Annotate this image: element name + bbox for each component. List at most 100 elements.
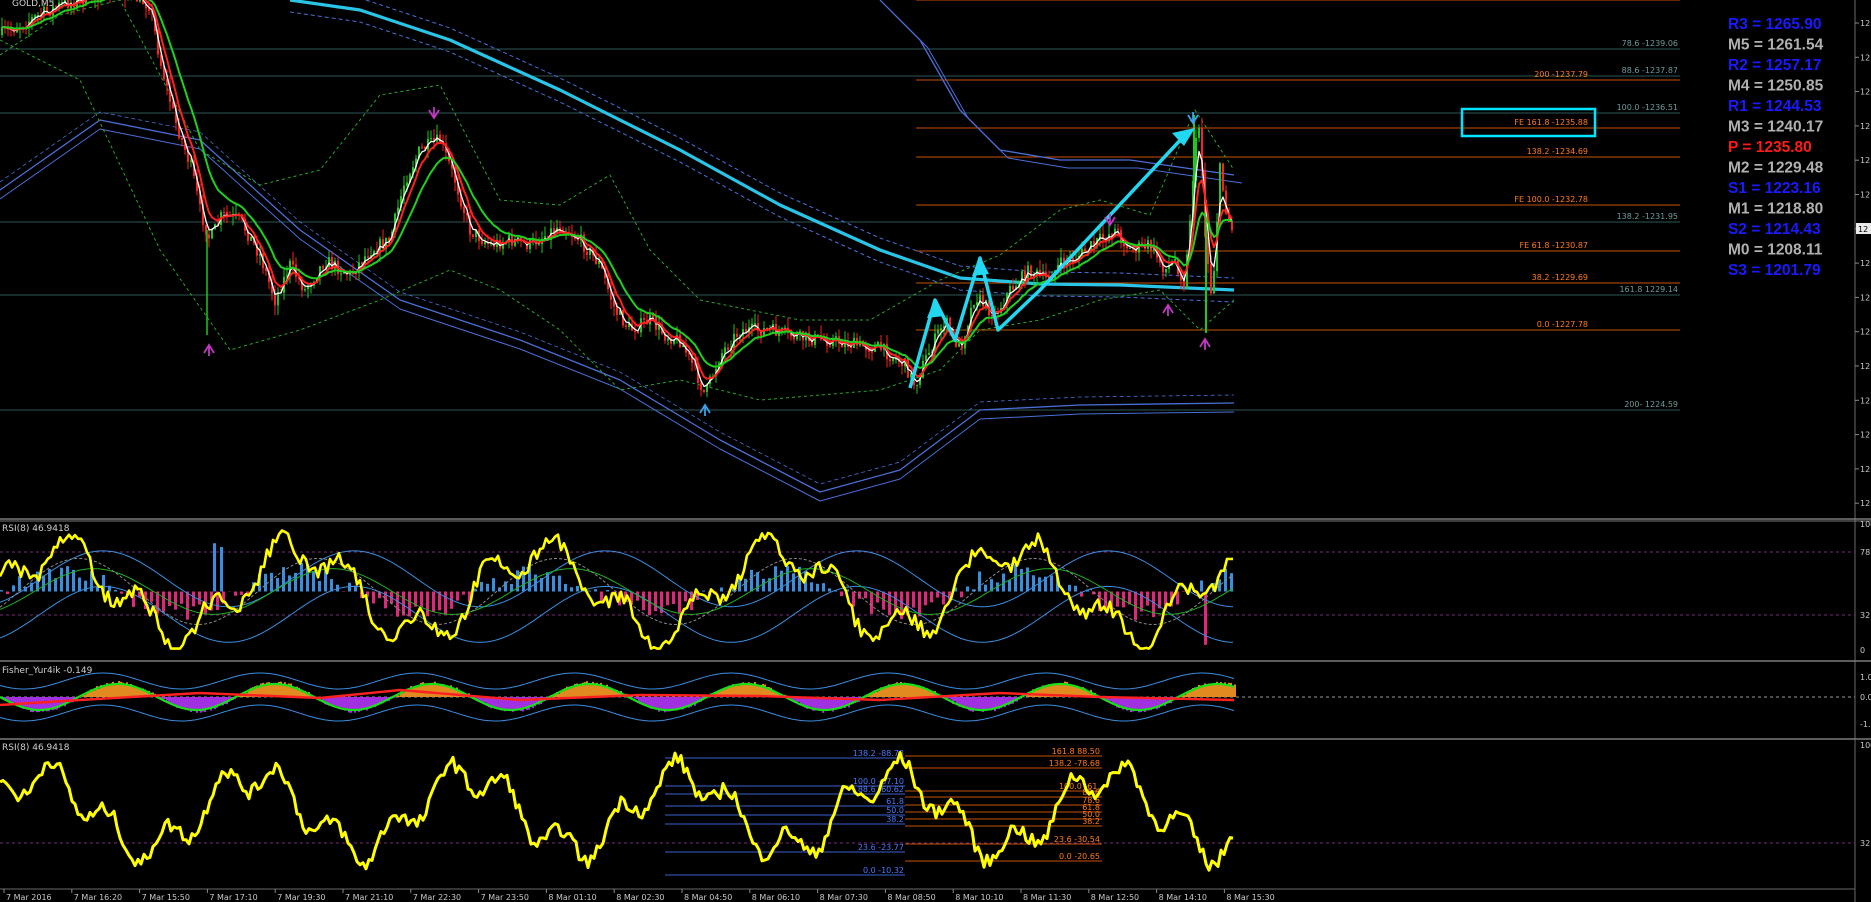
rsi-histogram-bar (960, 591, 963, 598)
fisher-histogram-bar (910, 684, 912, 697)
rsi2-axis: 100 32 (1860, 741, 1871, 848)
rsi2-fib-label: 138.2 -88.78 (853, 749, 904, 758)
rsi2-fib-levels: 138.2 -88.78100.0 -67.1088.6 -60.6261.85… (665, 747, 1102, 876)
fisher-histogram-bar (178, 697, 180, 707)
rsi-histogram-bar (978, 571, 981, 592)
rsi-histogram-bar (300, 562, 303, 592)
fisher-histogram-bar (208, 697, 210, 708)
fisher-histogram-bar (1226, 684, 1228, 697)
fisher-histogram-bar (1212, 683, 1214, 697)
rsi-histogram-bar (606, 590, 609, 592)
time-axis-tick: 8 Mar 04:50 (684, 893, 732, 902)
candle-body (559, 227, 561, 230)
rsi-histogram-bar (678, 591, 681, 614)
candle-body (472, 234, 474, 237)
rsi-histogram-bar (42, 575, 45, 592)
rsi2-fib-label: 61.8 (886, 797, 904, 806)
fisher-histogram-bar (332, 697, 334, 706)
rsi-histogram-bar (312, 571, 315, 592)
rsi-histogram-bar (786, 565, 789, 592)
time-axis-tick: 7 Mar 23:50 (481, 893, 529, 902)
fisher-histogram-bar (1210, 685, 1212, 697)
fib-level-label: 138.2 -1231.95 (1617, 212, 1678, 221)
price-axis[interactable]: 121212121212121212121212121212 12 (1854, 0, 1871, 902)
fisher-panel[interactable]: Fisher_Yur4ik -0.149 1.0 0.0 -1. (0, 666, 1871, 729)
fisher-histogram-bar (590, 684, 592, 697)
ma-white (1, 0, 1233, 387)
fisher-histogram-bar (102, 687, 104, 697)
fisher-histogram-bar (986, 697, 988, 711)
fisher-histogram-bar (916, 685, 918, 697)
pivot-level: M0 = 1208.11 (1728, 242, 1823, 259)
candle-body (1165, 268, 1167, 273)
rsi-histogram-bar (1068, 584, 1071, 592)
candle-body (406, 182, 408, 186)
fisher-histogram-bar (588, 683, 590, 697)
candle-body (292, 260, 294, 265)
price-axis-tick: 12 (1860, 88, 1870, 97)
rsi-histogram-bar (220, 547, 223, 592)
rsi-histogram-bar (642, 591, 645, 611)
fisher-histogram-bar (356, 697, 358, 710)
rsi-histogram-bar (588, 590, 591, 592)
fisher-histogram-bar (116, 683, 118, 697)
pivot-level: R1 = 1244.53 (1728, 98, 1822, 115)
candle-body (958, 343, 960, 347)
candle-body (973, 304, 975, 308)
fisher-histogram-bar (634, 697, 636, 699)
trading-chart-window[interactable]: 261.8 -1240.6078.6 -1239.06200 -1237.798… (0, 0, 1871, 902)
rsi-histogram-bar (750, 569, 753, 592)
candle-body (1222, 163, 1224, 191)
fisher-histogram-bar (98, 688, 100, 697)
rsi-lines (0, 529, 1234, 650)
fisher-histogram-bar (878, 690, 880, 697)
fisher-histogram-bar (1196, 688, 1198, 697)
candle-body (736, 333, 738, 337)
rsi-panel[interactable]: RSI(8) 46.9418 100 78 32 0 (0, 520, 1871, 655)
fisher-histogram-bar (992, 697, 994, 709)
rsi2-panel[interactable]: 138.2 -88.78100.0 -67.1088.6 -60.6261.85… (0, 741, 1871, 876)
rsi-histogram-bar (648, 591, 651, 616)
candle-body (430, 138, 432, 140)
fisher-histogram-bar (652, 697, 654, 708)
candle-body (703, 389, 705, 393)
pivot-level: R3 = 1265.90 (1728, 16, 1822, 33)
rsi-histogram-bar (78, 577, 81, 592)
candle-body (1084, 248, 1086, 252)
candle-body (139, 0, 141, 2)
candle-body (1183, 280, 1185, 288)
candle-body (274, 293, 276, 306)
fisher-histogram-bar (632, 697, 634, 698)
candlesticks (1, 0, 1233, 398)
fisher-histogram-bar (128, 685, 130, 697)
fisher-histogram-bar (430, 683, 432, 697)
rsi-histogram-bar (1026, 567, 1029, 592)
fib-level-label: 138.2 -1234.69 (1527, 147, 1588, 156)
fisher-histogram-bar (876, 692, 878, 697)
candle-body (889, 359, 891, 362)
fisher-histogram-bar (906, 683, 908, 697)
candle-body (982, 294, 984, 307)
rsi-histogram-bar (426, 591, 429, 617)
fib-level-label: 200- 1224.59 (1624, 400, 1678, 409)
time-axis-tick: 7 Mar 22:30 (413, 893, 461, 902)
time-axis-tick: 7 Mar 15:50 (142, 893, 190, 902)
main-price-panel[interactable]: 261.8 -1240.6078.6 -1239.06200 -1237.798… (0, 0, 1824, 502)
time-axis[interactable]: 7 Mar 2016 7 Mar 16:20 7 Mar 15:50 7 Mar 17… (0, 888, 1855, 902)
fib-level-label: 78.6 -1239.06 (1622, 39, 1678, 48)
fisher-histogram-bar (686, 697, 688, 707)
rsi-histogram-bar (474, 588, 477, 592)
fisher-histogram-bar (1006, 697, 1008, 704)
rsi-histogram-bar (18, 576, 21, 592)
fisher-histogram-bar (598, 684, 600, 697)
candle-body (625, 325, 627, 327)
fisher-histogram-bar (166, 697, 168, 701)
fib-level-label: FE 100.0 -1232.78 (1514, 195, 1588, 204)
rsi-histogram-bar (150, 591, 153, 602)
price-axis-tick: 12 (1860, 328, 1870, 337)
rsi-histogram-bar (828, 588, 831, 592)
rsi-histogram-bar (264, 573, 267, 592)
candle-body (181, 138, 183, 140)
rsi-histogram-bar (1008, 579, 1011, 592)
rsi-histogram-bar (1014, 564, 1017, 592)
